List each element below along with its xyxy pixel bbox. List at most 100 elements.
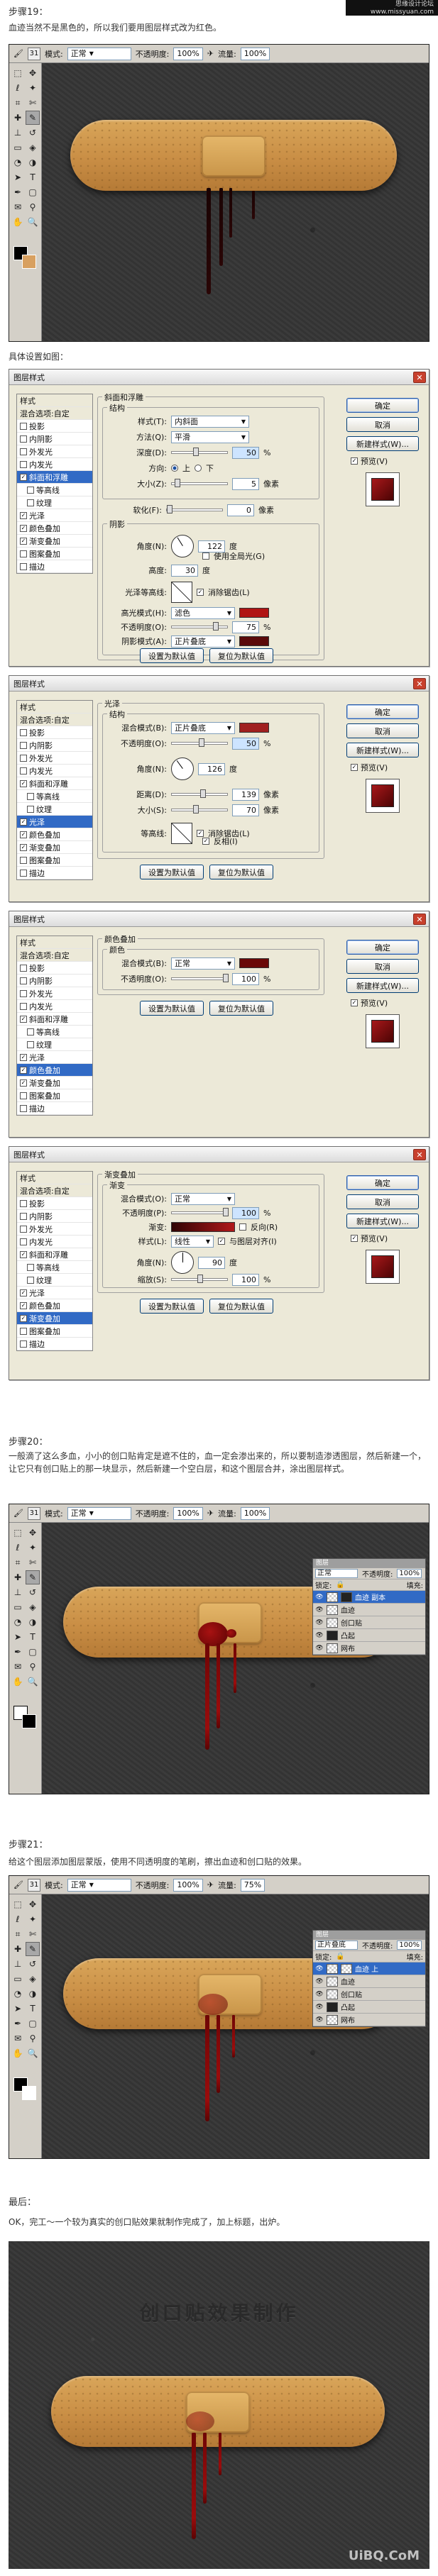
layer-row[interactable]: 👁 血迹 [313, 1604, 425, 1616]
style-item-outer-glow[interactable]: 外发光 [17, 987, 92, 1000]
blend-options-item[interactable]: 混合选项:自定 [17, 1184, 92, 1197]
lasso-icon[interactable]: ℓ [11, 1540, 25, 1555]
zoom-icon[interactable]: 🔍 [26, 1675, 40, 1689]
slice-icon[interactable]: ✄ [26, 96, 40, 110]
set-default-button[interactable]: 设置为默认值 [140, 648, 204, 663]
blend-options-item[interactable]: 混合选项:自定 [17, 407, 92, 420]
lasso-icon[interactable]: ℓ [11, 81, 25, 95]
altitude-input[interactable]: 30 [171, 564, 198, 577]
canvas[interactable] [42, 63, 429, 341]
eyedropper-icon[interactable]: ⚲ [26, 200, 40, 214]
layer-opacity-field[interactable]: 100% [397, 1569, 422, 1578]
style-item-gradient-overlay[interactable]: 渐变叠加 [17, 841, 92, 854]
cancel-button[interactable]: 取消 [346, 1194, 419, 1209]
align-layer-checkbox[interactable] [218, 1238, 225, 1245]
cancel-button[interactable]: 取消 [346, 959, 419, 974]
style-item-inner-glow[interactable]: 内发光 [17, 1000, 92, 1013]
style-item-inner-glow[interactable]: 内发光 [17, 458, 92, 471]
style-item-color-overlay[interactable]: 颜色叠加 [17, 1299, 92, 1312]
lasso-icon[interactable]: ℓ [11, 1912, 25, 1926]
stamp-icon[interactable]: ⊥ [11, 1957, 25, 1971]
bucket-icon[interactable]: ◈ [26, 1600, 40, 1614]
eyedropper-icon[interactable]: ⚲ [26, 2031, 40, 2045]
highlight-mode-select[interactable]: 滤色 ▼ [171, 606, 235, 619]
highlight-color-chip[interactable] [239, 608, 269, 618]
layer-row[interactable]: 👁 血迹 上 [313, 1962, 425, 1975]
reset-default-button[interactable]: 复位为默认值 [209, 1299, 273, 1314]
healing-icon[interactable]: ✚ [11, 1942, 25, 1956]
direction-down-radio[interactable] [195, 465, 202, 472]
style-item-inner-shadow[interactable]: 内阴影 [17, 1210, 92, 1223]
close-button[interactable]: ✕ [413, 914, 426, 925]
pen-icon[interactable]: ✒ [11, 2016, 25, 2031]
flow-field[interactable]: 100% [240, 1506, 270, 1520]
magic-wand-icon[interactable]: ✦ [26, 1912, 40, 1926]
styles-header[interactable]: 样式 [17, 701, 92, 714]
satin-size-slider[interactable] [171, 805, 228, 814]
layer-row[interactable]: 👁 创口贴 [313, 1988, 425, 2001]
eye-icon[interactable]: 👁 [315, 1619, 324, 1626]
blend-options-item[interactable]: 混合选项:自定 [17, 949, 92, 962]
soften-slider[interactable] [166, 505, 223, 513]
depth-input[interactable]: 50 [232, 446, 259, 459]
opacity-field[interactable]: 100% [173, 47, 203, 60]
new-style-button[interactable]: 新建样式(W)... [346, 436, 419, 451]
hand-icon[interactable]: ✋ [11, 215, 25, 229]
scale-input[interactable]: 100 [232, 1273, 259, 1286]
style-item-satin[interactable]: 光泽 [17, 509, 92, 522]
background-color-swatch[interactable] [22, 1714, 36, 1728]
zoom-icon[interactable]: 🔍 [26, 2046, 40, 2060]
style-item-outer-glow[interactable]: 外发光 [17, 445, 92, 458]
slice-icon[interactable]: ✄ [26, 1555, 40, 1570]
style-item-inner-shadow[interactable]: 内阴影 [17, 975, 92, 987]
brush-icon[interactable]: ✎ [26, 1570, 40, 1584]
reset-default-button[interactable]: 复位为默认值 [209, 648, 273, 663]
shape-icon[interactable]: ▢ [26, 185, 40, 199]
close-button[interactable]: ✕ [413, 372, 426, 383]
move-icon[interactable]: ✥ [26, 1526, 40, 1540]
stamp-icon[interactable]: ⊥ [11, 126, 25, 140]
satin-angle-input[interactable]: 126 [198, 762, 225, 775]
brush-tool-icon[interactable]: 🖌 [13, 1509, 23, 1518]
style-item-drop-shadow[interactable]: 投影 [17, 726, 92, 739]
flow-field[interactable]: 100% [240, 47, 270, 60]
gradient-picker[interactable] [171, 1222, 235, 1232]
path-select-icon[interactable]: ➤ [11, 1630, 25, 1644]
gradient-angle-input[interactable]: 90 [198, 1256, 225, 1269]
crop-icon[interactable]: ⌗ [11, 96, 25, 110]
style-item-gradient-overlay[interactable]: 渐变叠加 [17, 535, 92, 548]
style-item-contour[interactable]: 等高线 [17, 484, 92, 496]
antialias-checkbox[interactable] [197, 589, 204, 596]
preview-checkbox[interactable] [351, 1235, 358, 1242]
shadow-color-chip[interactable] [239, 636, 269, 646]
overlay-color-chip[interactable] [239, 958, 269, 968]
overlay-opacity-slider[interactable] [171, 974, 229, 982]
stamp-icon[interactable]: ⊥ [11, 1585, 25, 1599]
crop-icon[interactable]: ⌗ [11, 1927, 25, 1941]
style-item-bevel[interactable]: 斜面和浮雕 [17, 471, 92, 484]
blur-icon[interactable]: ◔ [11, 1615, 25, 1629]
eye-icon[interactable]: 👁 [315, 1978, 324, 1985]
background-color-swatch[interactable] [22, 2086, 36, 2100]
hand-icon[interactable]: ✋ [11, 1675, 25, 1689]
size-input[interactable]: 5 [232, 477, 259, 490]
size-slider[interactable] [171, 479, 228, 487]
style-item-inner-shadow[interactable]: 内阴影 [17, 739, 92, 752]
airbrush-icon[interactable]: ✈ [207, 1880, 214, 1889]
mode-select[interactable]: 正常 ▼ [67, 47, 131, 60]
marquee-icon[interactable]: ⬚ [11, 1897, 25, 1911]
path-select-icon[interactable]: ➤ [11, 170, 25, 184]
brush-preset-picker[interactable]: 31 [27, 1506, 40, 1520]
global-light-checkbox[interactable] [202, 553, 209, 560]
style-item-satin[interactable]: 光泽 [17, 1051, 92, 1064]
flow-field[interactable]: 75% [240, 1878, 265, 1892]
style-item-drop-shadow[interactable]: 投影 [17, 962, 92, 975]
dodge-icon[interactable]: ◑ [26, 155, 40, 170]
layer-row[interactable]: 👁 凸起 [313, 1629, 425, 1642]
style-item-satin[interactable]: 光泽 [17, 1287, 92, 1299]
invert-checkbox[interactable] [202, 838, 209, 845]
eyedropper-icon[interactable]: ⚲ [26, 1660, 40, 1674]
close-button[interactable]: ✕ [413, 678, 426, 689]
shape-icon[interactable]: ▢ [26, 1645, 40, 1659]
history-brush-icon[interactable]: ↺ [26, 1957, 40, 1971]
